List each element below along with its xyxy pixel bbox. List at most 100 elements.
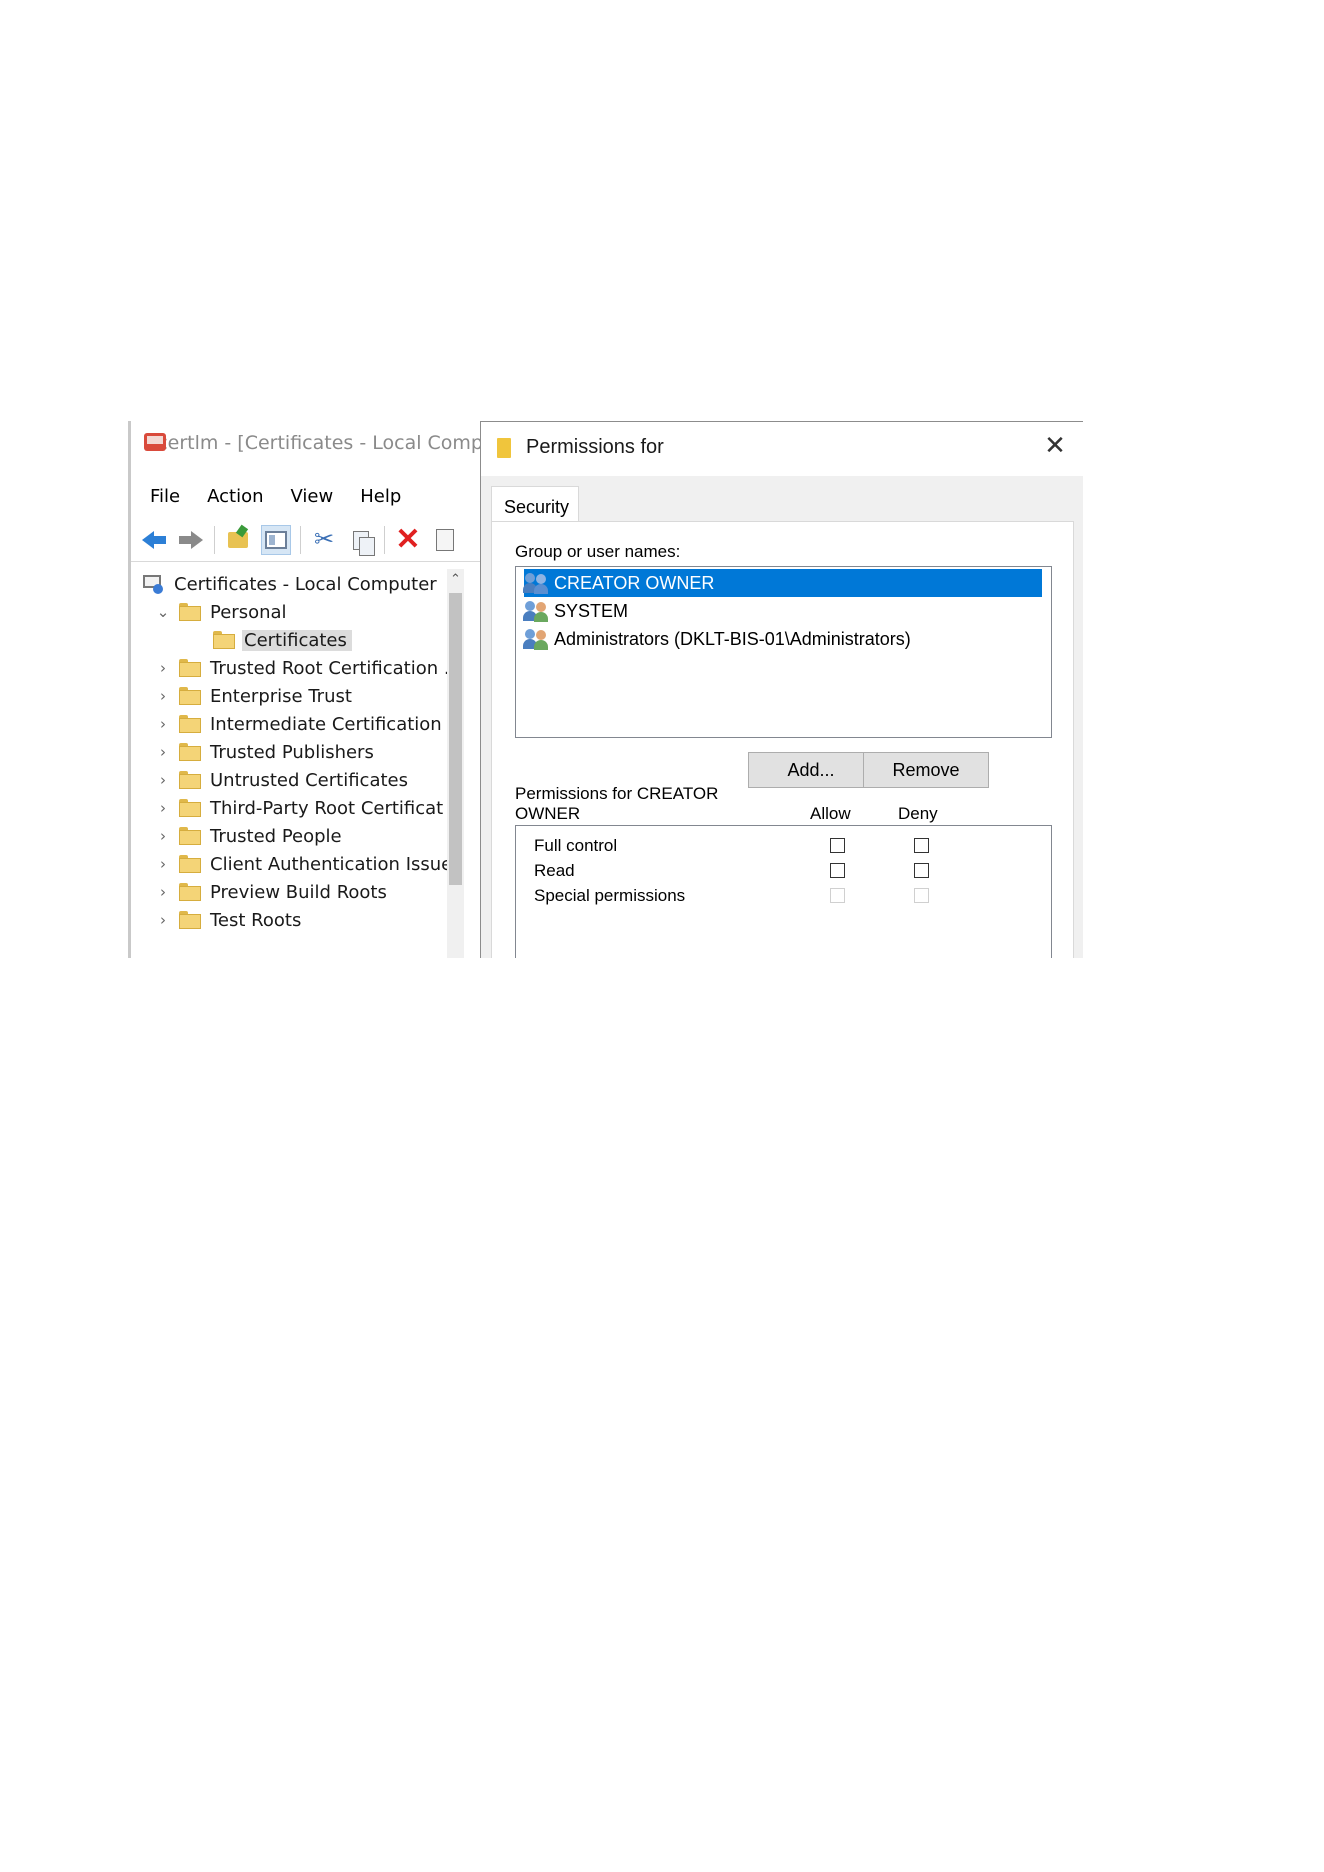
deny-checkbox[interactable]: [914, 838, 929, 853]
chevron-right-icon[interactable]: ›: [153, 911, 173, 929]
user-list[interactable]: CREATOR OWNER SYSTEM Administrators (DKL…: [515, 566, 1052, 738]
tree-item-label: Client Authentication Issue: [210, 853, 453, 875]
tree-item-certificates[interactable]: Certificates: [213, 627, 352, 653]
permission-row-full-control: Full control: [534, 834, 1044, 858]
tree-item-preview-build-roots[interactable]: › Preview Build Roots: [153, 879, 387, 905]
tree-item-label: Third-Party Root Certificat: [210, 797, 444, 819]
tree-item-trusted-root[interactable]: › Trusted Root Certification .: [153, 655, 450, 681]
certlm-app-icon: [144, 431, 166, 455]
folder-icon: [179, 771, 201, 789]
chevron-right-icon[interactable]: ›: [153, 771, 173, 789]
menu-file[interactable]: File: [150, 486, 180, 507]
toolbar-separator: [384, 526, 385, 554]
show-hide-tree-icon[interactable]: [261, 525, 291, 555]
tree-item-trusted-people[interactable]: › Trusted People: [153, 823, 342, 849]
mmc-title-bar: certlm - [Certificates - Local Comp: [131, 421, 483, 465]
folder-icon: [497, 438, 511, 458]
tree-item-label: Personal: [210, 601, 287, 623]
tree-item-personal[interactable]: ⌄ Personal: [153, 599, 287, 625]
chevron-right-icon[interactable]: ›: [153, 659, 173, 677]
allow-checkbox[interactable]: [830, 838, 845, 853]
chevron-right-icon[interactable]: ›: [153, 827, 173, 845]
mmc-window: certlm - [Certificates - Local Comp File…: [128, 421, 483, 958]
tree-item-label: Intermediate Certification .: [210, 713, 454, 735]
tree-item-label: Certificates: [242, 629, 352, 651]
permissions-for-label: Permissions for CREATOR OWNER: [515, 784, 725, 824]
tree-item-untrusted[interactable]: › Untrusted Certificates: [153, 767, 408, 793]
user-group-icon: [523, 627, 550, 651]
tree-item-label: Trusted Publishers: [210, 741, 374, 763]
permissions-list: Full control Read Special permissions: [515, 825, 1052, 958]
add-button[interactable]: Add...: [748, 752, 874, 788]
menu-bar: File Action View Help: [131, 481, 409, 511]
user-row-system[interactable]: SYSTEM: [523, 597, 1042, 625]
certificate-store-icon: [141, 573, 165, 595]
folder-icon: [179, 659, 201, 677]
tree-root-label: Certificates - Local Computer: [174, 573, 437, 595]
tree-item-label: Preview Build Roots: [210, 881, 387, 903]
forward-arrow-icon[interactable]: [177, 526, 205, 554]
chevron-right-icon[interactable]: ›: [153, 855, 173, 873]
tree-item-intermediate[interactable]: › Intermediate Certification .: [153, 711, 453, 737]
mmc-window-title: certlm - [Certificates - Local Comp: [157, 432, 483, 454]
tree-item-trusted-publishers[interactable]: › Trusted Publishers: [153, 739, 374, 765]
menu-help[interactable]: Help: [360, 486, 401, 507]
permission-name: Full control: [534, 836, 618, 855]
console-tree: Certificates - Local Computer ⌄ Personal…: [131, 569, 483, 958]
chevron-right-icon[interactable]: ›: [153, 883, 173, 901]
permission-row-special: Special permissions: [534, 884, 1044, 908]
user-row-administrators[interactable]: Administrators (DKLT-BIS-01\Administrato…: [523, 625, 1042, 653]
dialog-body: Security Group or user names: CREATOR OW…: [481, 476, 1083, 958]
copy-icon[interactable]: [347, 526, 375, 556]
folder-icon: [179, 743, 201, 761]
permissions-dialog: Permissions for ✕ Security Group or user…: [480, 421, 1083, 958]
tree-item-test-roots[interactable]: › Test Roots: [153, 907, 301, 933]
tab-security[interactable]: Security: [491, 486, 579, 522]
cut-icon[interactable]: ✂: [310, 526, 338, 554]
allow-checkbox[interactable]: [830, 863, 845, 878]
tree-item-client-auth[interactable]: › Client Authentication Issue: [153, 851, 452, 877]
chevron-down-icon[interactable]: ⌄: [153, 603, 173, 621]
user-group-icon: [523, 599, 550, 623]
menu-action[interactable]: Action: [207, 486, 263, 507]
tree-root[interactable]: Certificates - Local Computer: [141, 571, 437, 597]
group-or-user-names-label: Group or user names:: [515, 542, 681, 561]
folder-icon: [179, 855, 201, 873]
tree-item-label: Trusted People: [210, 825, 342, 847]
tree-scrollbar[interactable]: ⌃: [447, 569, 464, 958]
remove-button[interactable]: Remove: [863, 752, 989, 788]
chevron-right-icon[interactable]: ›: [153, 715, 173, 733]
user-group-icon: [523, 571, 550, 595]
dialog-title-bar: Permissions for ✕: [481, 422, 1083, 476]
chevron-right-icon[interactable]: ›: [153, 743, 173, 761]
user-name: SYSTEM: [554, 600, 629, 621]
folder-icon: [179, 911, 201, 929]
tree-item-third-party-root[interactable]: › Third-Party Root Certificat: [153, 795, 443, 821]
deny-column-header: Deny: [898, 804, 938, 823]
tree-item-label: Test Roots: [210, 909, 302, 931]
permission-name: Read: [534, 861, 575, 880]
permission-name: Special permissions: [534, 886, 686, 905]
back-arrow-icon[interactable]: [140, 526, 168, 554]
folder-icon: [179, 799, 201, 817]
menu-view[interactable]: View: [291, 486, 334, 507]
scroll-up-icon[interactable]: ⌃: [447, 569, 464, 591]
folder-icon: [179, 827, 201, 845]
user-name: CREATOR OWNER: [554, 572, 715, 593]
up-folder-icon[interactable]: [224, 526, 252, 554]
chevron-right-icon[interactable]: ›: [153, 799, 173, 817]
allow-column-header: Allow: [810, 804, 851, 823]
close-icon[interactable]: ✕: [1037, 428, 1073, 464]
scrollbar-thumb[interactable]: [449, 593, 462, 885]
allow-checkbox-disabled: [830, 888, 845, 903]
properties-icon[interactable]: [431, 526, 459, 554]
toolbar: ✂ ✕: [131, 519, 483, 562]
deny-checkbox[interactable]: [914, 863, 929, 878]
delete-icon[interactable]: ✕: [394, 525, 422, 555]
tree-item-enterprise-trust[interactable]: › Enterprise Trust: [153, 683, 352, 709]
chevron-right-icon[interactable]: ›: [153, 687, 173, 705]
toolbar-separator: [214, 526, 215, 554]
user-row-creator-owner[interactable]: CREATOR OWNER: [523, 569, 1042, 597]
tree-item-label: Enterprise Trust: [210, 685, 352, 707]
screenshot-region: certlm - [Certificates - Local Comp File…: [128, 421, 1083, 958]
